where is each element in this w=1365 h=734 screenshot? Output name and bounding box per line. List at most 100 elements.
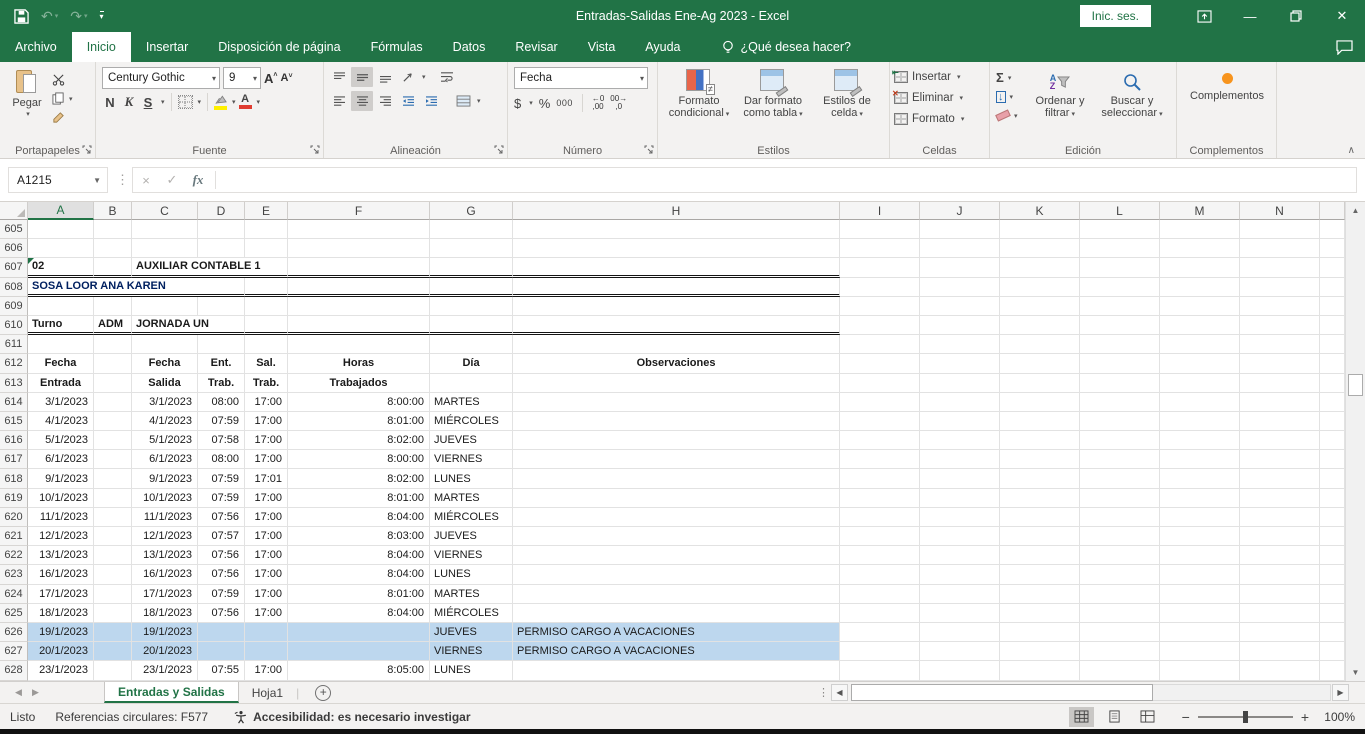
cell-H608[interactable] bbox=[513, 278, 840, 297]
cell-E622[interactable]: 17:00 bbox=[245, 546, 288, 565]
cell-A622[interactable]: 13/1/2023 bbox=[28, 546, 94, 565]
row-header-613[interactable]: 613 bbox=[0, 374, 28, 393]
cell-N609[interactable] bbox=[1240, 297, 1320, 316]
cell-D628[interactable]: 07:55 bbox=[198, 661, 245, 680]
cell-F621[interactable]: 8:03:00 bbox=[288, 527, 430, 546]
cell-F623[interactable]: 8:04:00 bbox=[288, 565, 430, 584]
cell-K611[interactable] bbox=[1000, 335, 1080, 354]
sheet-nav-prev-icon[interactable]: ◀ bbox=[10, 682, 27, 703]
cell-C623[interactable]: 16/1/2023 bbox=[132, 565, 198, 584]
sheet-nav-next-icon[interactable]: ▶ bbox=[27, 682, 44, 703]
cell-F624[interactable]: 8:01:00 bbox=[288, 585, 430, 604]
cell-I628[interactable] bbox=[840, 661, 920, 680]
tell-me-search[interactable]: ¿Qué desea hacer? bbox=[722, 32, 852, 62]
restore-button[interactable] bbox=[1273, 0, 1319, 32]
cell-C619[interactable]: 10/1/2023 bbox=[132, 489, 198, 508]
font-name-select[interactable]: Century Gothic▾ bbox=[102, 67, 220, 89]
cell-H624[interactable] bbox=[513, 585, 840, 604]
cell-N628[interactable] bbox=[1240, 661, 1320, 680]
cell-I611[interactable] bbox=[840, 335, 920, 354]
cell-J611[interactable] bbox=[920, 335, 1000, 354]
font-size-select[interactable]: 9▾ bbox=[223, 67, 261, 89]
circular-references[interactable]: Referencias circulares: F577 bbox=[55, 710, 208, 724]
cell-x613[interactable] bbox=[1320, 374, 1345, 393]
cell-G617[interactable]: VIERNES bbox=[430, 450, 513, 469]
cell-I622[interactable] bbox=[840, 546, 920, 565]
cell-A619[interactable]: 10/1/2023 bbox=[28, 489, 94, 508]
cell-K620[interactable] bbox=[1000, 508, 1080, 527]
row-header-620[interactable]: 620 bbox=[0, 508, 28, 527]
cell-K616[interactable] bbox=[1000, 431, 1080, 450]
cell-A607[interactable]: 02 bbox=[28, 258, 94, 277]
cell-C611[interactable] bbox=[132, 335, 198, 354]
row-header-623[interactable]: 623 bbox=[0, 565, 28, 584]
cell-L610[interactable] bbox=[1080, 316, 1160, 335]
cell-B614[interactable] bbox=[94, 393, 132, 412]
delete-cells-button[interactable]: ✕ Eliminar▾ bbox=[894, 87, 985, 108]
cell-N607[interactable] bbox=[1240, 258, 1320, 277]
hscroll-left-icon[interactable]: ◀ bbox=[831, 684, 848, 701]
italic-button[interactable]: K bbox=[121, 94, 137, 110]
cell-D617[interactable]: 08:00 bbox=[198, 450, 245, 469]
row-header-627[interactable]: 627 bbox=[0, 642, 28, 661]
cell-L608[interactable] bbox=[1080, 278, 1160, 297]
cell-N617[interactable] bbox=[1240, 450, 1320, 469]
font-color-icon[interactable]: A bbox=[239, 95, 252, 109]
cell-K608[interactable] bbox=[1000, 278, 1080, 297]
cell-G626[interactable]: JUEVES bbox=[430, 623, 513, 642]
column-header-H[interactable]: H bbox=[513, 202, 840, 220]
cell-N623[interactable] bbox=[1240, 565, 1320, 584]
cell-B625[interactable] bbox=[94, 604, 132, 623]
row-header-625[interactable]: 625 bbox=[0, 604, 28, 623]
cell-J622[interactable] bbox=[920, 546, 1000, 565]
cell-E625[interactable]: 17:00 bbox=[245, 604, 288, 623]
cell-L623[interactable] bbox=[1080, 565, 1160, 584]
cell-A608[interactable]: SOSA LOOR ANA KAREN bbox=[28, 278, 245, 297]
cell-H623[interactable] bbox=[513, 565, 840, 584]
cell-E618[interactable]: 17:01 bbox=[245, 469, 288, 488]
cell-F626[interactable] bbox=[288, 623, 430, 642]
cell-B609[interactable] bbox=[94, 297, 132, 316]
cell-N606[interactable] bbox=[1240, 239, 1320, 258]
row-header-606[interactable]: 606 bbox=[0, 239, 28, 258]
minimize-button[interactable]: — bbox=[1227, 0, 1273, 32]
cell-I617[interactable] bbox=[840, 450, 920, 469]
cell-J628[interactable] bbox=[920, 661, 1000, 680]
cell-D626[interactable] bbox=[198, 623, 245, 642]
row-header-611[interactable]: 611 bbox=[0, 335, 28, 354]
cell-N610[interactable] bbox=[1240, 316, 1320, 335]
collapse-ribbon-icon[interactable]: ∧ bbox=[1348, 145, 1355, 156]
cell-K628[interactable] bbox=[1000, 661, 1080, 680]
cell-C620[interactable]: 11/1/2023 bbox=[132, 508, 198, 527]
row-header-614[interactable]: 614 bbox=[0, 393, 28, 412]
cell-C607[interactable]: AUXILIAR CONTABLE 1 bbox=[132, 258, 288, 277]
cell-J608[interactable] bbox=[920, 278, 1000, 297]
cell-G619[interactable]: MARTES bbox=[430, 489, 513, 508]
insert-function-icon[interactable]: fx bbox=[185, 172, 211, 188]
cell-D609[interactable] bbox=[198, 297, 245, 316]
row-header-628[interactable]: 628 bbox=[0, 661, 28, 680]
cell-D605[interactable] bbox=[198, 220, 245, 239]
cell-B624[interactable] bbox=[94, 585, 132, 604]
column-header-partial[interactable] bbox=[1320, 202, 1345, 220]
cell-A611[interactable] bbox=[28, 335, 94, 354]
cell-J613[interactable] bbox=[920, 374, 1000, 393]
cell-M605[interactable] bbox=[1160, 220, 1240, 239]
cell-G616[interactable]: JUEVES bbox=[430, 431, 513, 450]
cell-E628[interactable]: 17:00 bbox=[245, 661, 288, 680]
cell-J609[interactable] bbox=[920, 297, 1000, 316]
find-select-button[interactable]: Buscar y seleccionar▾ bbox=[1096, 66, 1168, 142]
undo-icon[interactable]: ↶▾ bbox=[41, 9, 58, 23]
row-header-615[interactable]: 615 bbox=[0, 412, 28, 431]
cell-D615[interactable]: 07:59 bbox=[198, 412, 245, 431]
accessibility-status[interactable]: Accesibilidad: es necesario investigar bbox=[234, 710, 470, 724]
cell-N605[interactable] bbox=[1240, 220, 1320, 239]
cell-K619[interactable] bbox=[1000, 489, 1080, 508]
decrease-font-icon[interactable]: A˅ bbox=[280, 73, 292, 84]
cell-C625[interactable]: 18/1/2023 bbox=[132, 604, 198, 623]
cell-I623[interactable] bbox=[840, 565, 920, 584]
cell-J624[interactable] bbox=[920, 585, 1000, 604]
tab-vista[interactable]: Vista bbox=[573, 32, 631, 62]
cell-N621[interactable] bbox=[1240, 527, 1320, 546]
cell-C628[interactable]: 23/1/2023 bbox=[132, 661, 198, 680]
